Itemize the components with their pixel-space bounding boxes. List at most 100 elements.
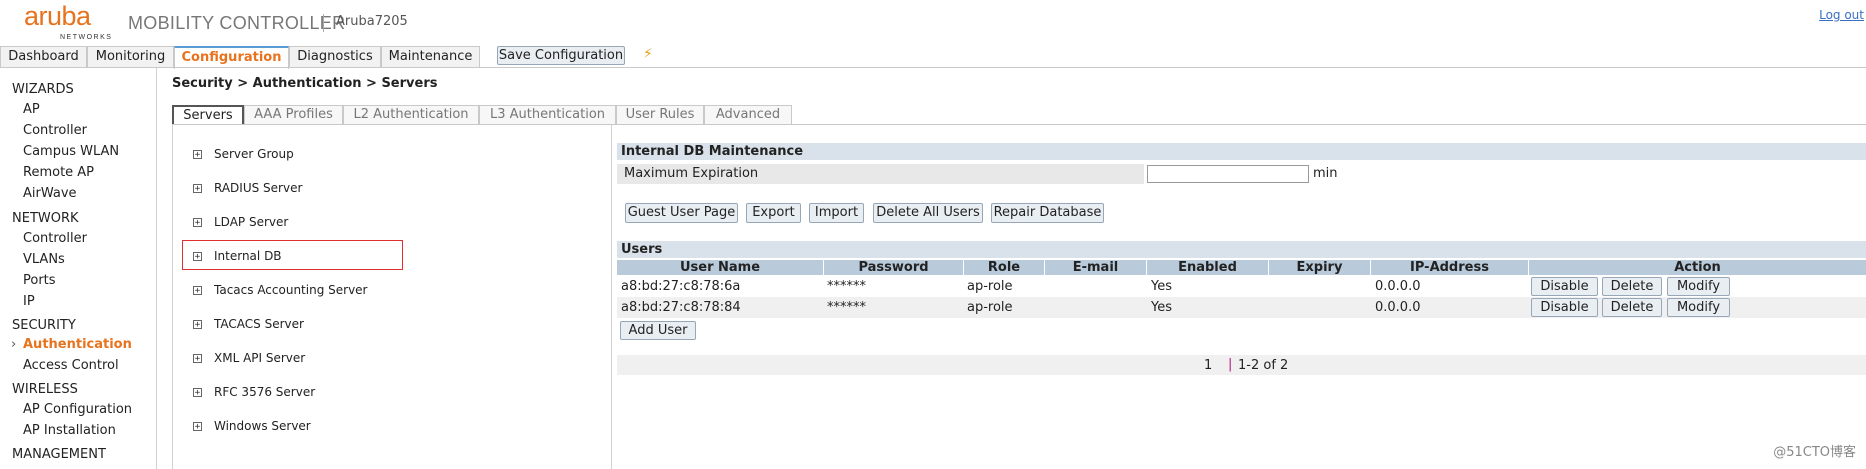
tree-item-internal-db[interactable]: + Internal DB — [193, 249, 282, 263]
expand-plus-icon[interactable]: + — [193, 388, 202, 398]
tree-item-server-group[interactable]: + Server Group — [193, 147, 294, 161]
modify-button[interactable]: Modify — [1667, 298, 1730, 317]
disable-button[interactable]: Disable — [1531, 298, 1598, 317]
logout-link[interactable]: Log out — [1819, 8, 1864, 22]
sidebar-item-authentication[interactable]: › Authentication — [11, 337, 132, 352]
tree-item-rfc-3576-server[interactable]: + RFC 3576 Server — [193, 385, 315, 399]
column-header-expiry: Expiry — [1269, 260, 1371, 275]
tab-user-rules[interactable]: User Rules — [616, 105, 704, 124]
tree-item-label: XML API Server — [214, 351, 306, 365]
disable-button[interactable]: Disable — [1531, 277, 1598, 296]
sidebar-item-ip[interactable]: IP — [23, 294, 35, 309]
chevron-right-icon: › — [11, 337, 17, 352]
tree-item-label: Internal DB — [214, 249, 282, 263]
save-configuration-button[interactable]: Save Configuration — [497, 46, 625, 65]
expand-plus-icon[interactable]: + — [193, 422, 202, 432]
sidebar-section-wireless: WIRELESS — [12, 382, 78, 397]
tree-item-ldap-server[interactable]: + LDAP Server — [193, 215, 288, 229]
internal-db-maintenance-title: Internal DB Maintenance — [617, 143, 1866, 160]
tree-item-label: RFC 3576 Server — [214, 385, 316, 399]
lightning-bolt-icon[interactable]: ⚡ — [643, 46, 653, 62]
tree-item-label: RADIUS Server — [214, 181, 303, 195]
delete-all-users-button[interactable]: Delete All Users — [873, 203, 983, 223]
tab-l2-authentication[interactable]: L2 Authentication — [343, 105, 479, 124]
column-header-enabled: Enabled — [1147, 260, 1269, 275]
tab-maintenance[interactable]: Maintenance — [381, 46, 480, 67]
expand-plus-icon[interactable]: + — [193, 286, 202, 296]
sidebar-item-ap-installation[interactable]: AP Installation — [23, 423, 116, 438]
max-expiration-input[interactable] — [1147, 165, 1309, 183]
product-name: MOBILITY CONTROLLER — [128, 13, 346, 33]
guest-user-page-button[interactable]: Guest User Page — [625, 203, 738, 223]
expand-plus-icon[interactable]: + — [193, 320, 202, 330]
breadcrumb: Security > Authentication > Servers — [172, 76, 438, 91]
sidebar-item-ap-configuration[interactable]: AP Configuration — [23, 402, 132, 417]
tab-dashboard[interactable]: Dashboard — [0, 46, 87, 67]
tab-configuration[interactable]: Configuration — [174, 46, 289, 69]
controller-hostname: Aruba7205 — [336, 14, 408, 29]
cell-enabled: Yes — [1151, 279, 1172, 294]
pagination-page-link[interactable]: 1 — [1204, 358, 1212, 373]
pagination-bar: 1 | 1-2 of 2 — [617, 355, 1866, 375]
cell-role: ap-role — [967, 279, 1013, 294]
pagination-separator: | — [1228, 357, 1233, 372]
cell-role: ap-role — [967, 300, 1013, 315]
tab-monitoring[interactable]: Monitoring — [87, 46, 174, 67]
tree-item-label: Tacacs Accounting Server — [214, 283, 368, 297]
sidebar-item-vlans[interactable]: VLANs — [23, 252, 65, 267]
sidebar-item-ap-wizard[interactable]: AP — [23, 102, 40, 117]
max-expiration-row: Maximum Expiration min — [617, 164, 1866, 184]
column-header-user-name: User Name — [617, 260, 824, 275]
sidebar-section-wizards: WIZARDS — [12, 82, 74, 97]
tab-l3-authentication[interactable]: L3 Authentication — [479, 105, 616, 124]
add-user-button[interactable]: Add User — [620, 321, 696, 340]
delete-button[interactable]: Delete — [1602, 298, 1662, 317]
cell-ip-address: 0.0.0.0 — [1375, 300, 1421, 315]
tree-item-xml-api-server[interactable]: + XML API Server — [193, 351, 305, 365]
expand-plus-icon[interactable]: + — [193, 184, 202, 194]
sidebar-section-network: NETWORK — [12, 211, 79, 226]
server-tree-panel: + Server Group + RADIUS Server + LDAP Serve… — [172, 125, 612, 469]
tab-advanced[interactable]: Advanced — [704, 105, 792, 124]
tab-diagnostics[interactable]: Diagnostics — [289, 46, 381, 67]
aruba-logo: aruba NETWORKS — [24, 1, 111, 41]
max-expiration-unit: min — [1313, 166, 1338, 181]
sidebar-item-controller-wizard[interactable]: Controller — [23, 123, 87, 138]
sidebar-item-airwave[interactable]: AirWave — [23, 186, 77, 201]
sidebar-section-management: MANAGEMENT — [12, 447, 106, 462]
tree-item-label: LDAP Server — [214, 215, 289, 229]
sidebar-item-remote-ap[interactable]: Remote AP — [23, 165, 94, 180]
expand-plus-icon[interactable]: + — [193, 218, 202, 228]
modify-button[interactable]: Modify — [1667, 277, 1730, 296]
pagination-info: 1-2 of 2 — [1238, 358, 1289, 373]
expand-plus-icon[interactable]: + — [193, 150, 202, 160]
table-row: a8:bd:27:c8:78:84 ****** ap-role Yes 0.0… — [617, 297, 1866, 318]
expand-plus-icon[interactable]: + — [193, 354, 202, 364]
tab-aaa-profiles[interactable]: AAA Profiles — [244, 105, 343, 124]
users-section-title: Users — [617, 241, 1866, 258]
internal-db-panel: Internal DB Maintenance Maximum Expirati… — [617, 143, 1866, 469]
tree-item-tacacs-accounting-server[interactable]: + Tacacs Accounting Server — [193, 283, 368, 297]
cell-user-name: a8:bd:27:c8:78:84 — [621, 300, 741, 315]
sidebar-item-access-control[interactable]: Access Control — [23, 358, 119, 373]
tree-item-radius-server[interactable]: + RADIUS Server — [193, 181, 302, 195]
expand-plus-icon[interactable]: + — [193, 252, 202, 262]
tree-item-windows-server[interactable]: + Windows Server — [193, 419, 311, 433]
sidebar-item-campus-wlan[interactable]: Campus WLAN — [23, 144, 119, 159]
repair-database-button[interactable]: Repair Database — [991, 203, 1104, 223]
tab-servers[interactable]: Servers — [172, 105, 244, 125]
tree-item-tacacs-server[interactable]: + TACACS Server — [193, 317, 304, 331]
watermark: @51CTO博客 — [1773, 445, 1856, 460]
cell-password: ****** — [827, 300, 866, 315]
header: aruba NETWORKS MOBILITY CONTROLLER Aruba… — [0, 0, 1866, 48]
max-expiration-label: Maximum Expiration — [617, 164, 1144, 184]
cell-password: ****** — [827, 279, 866, 294]
cell-user-name: a8:bd:27:c8:78:6a — [621, 279, 741, 294]
sidebar-item-label: Authentication — [23, 337, 132, 352]
import-button[interactable]: Import — [809, 203, 864, 223]
export-button[interactable]: Export — [746, 203, 801, 223]
delete-button[interactable]: Delete — [1602, 277, 1662, 296]
sidebar-item-controller[interactable]: Controller — [23, 231, 87, 246]
tree-item-label: TACACS Server — [214, 317, 304, 331]
sidebar-item-ports[interactable]: Ports — [23, 273, 56, 288]
